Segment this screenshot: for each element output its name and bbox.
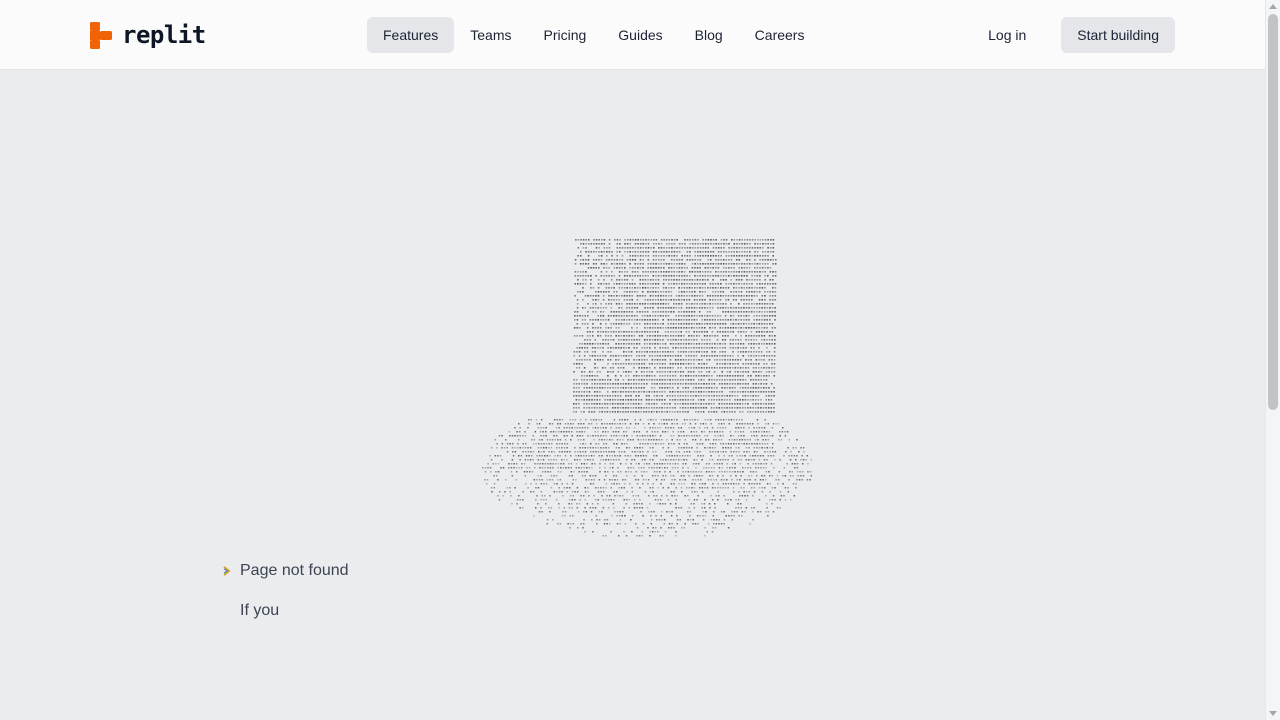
ascii-top-hat-illustration [470,235,815,555]
page: replit Features Teams Pricing Guides Blo… [0,0,1265,720]
start-building-button[interactable]: Start building [1061,17,1175,53]
top-navigation: replit Features Teams Pricing Guides Blo… [0,0,1265,70]
page-not-found-text: Page not found [240,562,349,579]
vertical-scrollbar[interactable] [1265,0,1280,720]
nav-link-careers[interactable]: Careers [739,17,821,53]
brand-name: replit [122,21,206,49]
login-link[interactable]: Log in [975,17,1039,53]
auth-actions: Log in Start building [975,17,1175,53]
lead-text: If you [240,602,280,619]
main-nav: Features Teams Pricing Guides Blog Caree… [367,17,820,53]
nav-link-pricing[interactable]: Pricing [527,17,602,53]
nav-link-teams[interactable]: Teams [454,17,527,53]
nav-link-blog[interactable]: Blog [679,17,739,53]
nav-link-guides[interactable]: Guides [602,17,678,53]
page-not-found-heading: Page not found [222,560,349,582]
replit-logo[interactable]: replit [90,21,206,49]
nav-link-features[interactable]: Features [367,17,455,53]
scroll-up-arrow-icon[interactable] [1269,4,1277,9]
replit-logo-icon [90,21,112,49]
caret-right-icon [223,566,231,576]
scrollbar-thumb[interactable] [1268,14,1278,410]
scroll-down-arrow-icon[interactable] [1269,711,1277,716]
